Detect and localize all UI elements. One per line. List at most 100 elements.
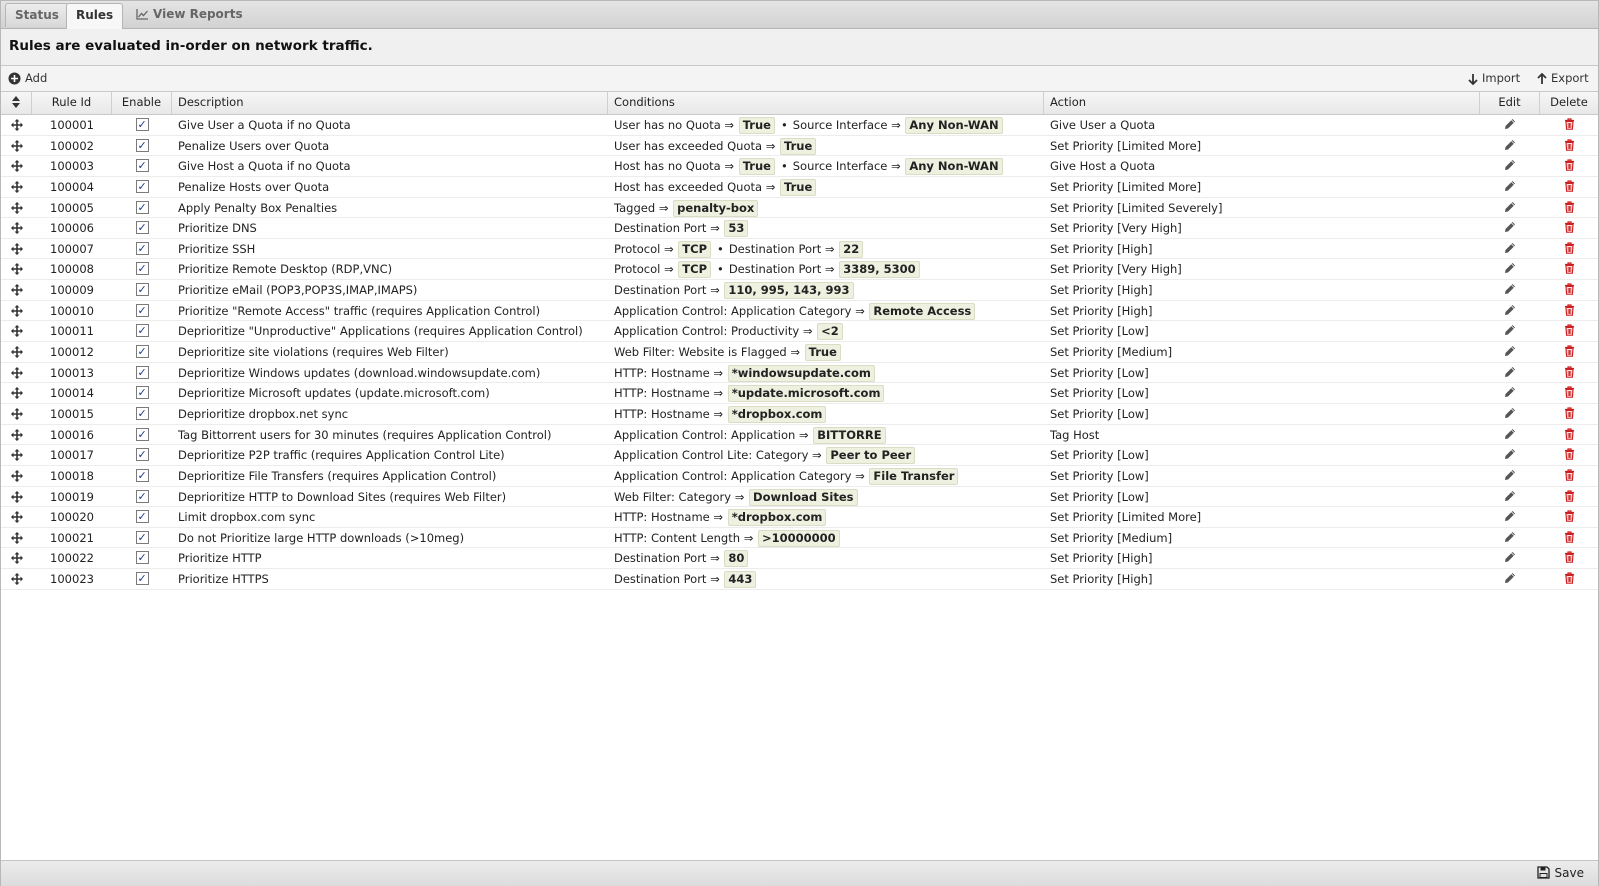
edit-button[interactable]	[1480, 445, 1540, 465]
drag-handle[interactable]	[1, 342, 32, 362]
delete-button[interactable]	[1540, 239, 1598, 259]
add-button[interactable]: Add	[8, 70, 47, 86]
delete-button[interactable]	[1540, 507, 1598, 527]
edit-button[interactable]	[1480, 507, 1540, 527]
delete-button[interactable]	[1540, 321, 1598, 341]
edit-button[interactable]	[1480, 383, 1540, 403]
column-header-description[interactable]: Description	[172, 92, 608, 114]
delete-button[interactable]	[1540, 218, 1598, 238]
enable-checkbox[interactable]	[135, 301, 149, 321]
edit-button[interactable]	[1480, 301, 1540, 321]
edit-button[interactable]	[1480, 177, 1540, 197]
delete-button[interactable]	[1540, 569, 1598, 589]
edit-button[interactable]	[1480, 342, 1540, 362]
delete-button[interactable]	[1540, 136, 1598, 156]
enable-checkbox[interactable]	[135, 156, 149, 176]
edit-button[interactable]	[1480, 404, 1540, 424]
enable-checkbox[interactable]	[135, 115, 149, 135]
enable-checkbox[interactable]	[135, 507, 149, 527]
drag-handle[interactable]	[1, 528, 32, 548]
delete-button[interactable]	[1540, 280, 1598, 300]
enable-checkbox[interactable]	[135, 177, 149, 197]
edit-button[interactable]	[1480, 115, 1540, 135]
edit-button[interactable]	[1480, 466, 1540, 486]
edit-button[interactable]	[1480, 198, 1540, 218]
edit-button[interactable]	[1480, 528, 1540, 548]
delete-button[interactable]	[1540, 528, 1598, 548]
edit-button[interactable]	[1480, 321, 1540, 341]
edit-button[interactable]	[1480, 218, 1540, 238]
enable-checkbox[interactable]	[135, 342, 149, 362]
enable-checkbox[interactable]	[135, 487, 149, 507]
delete-button[interactable]	[1540, 198, 1598, 218]
delete-button[interactable]	[1540, 383, 1598, 403]
delete-button[interactable]	[1540, 404, 1598, 424]
drag-handle[interactable]	[1, 425, 32, 445]
enable-checkbox[interactable]	[135, 198, 149, 218]
enable-checkbox[interactable]	[135, 445, 149, 465]
enable-checkbox[interactable]	[135, 425, 149, 445]
drag-handle[interactable]	[1, 177, 32, 197]
delete-button[interactable]	[1540, 445, 1598, 465]
drag-handle[interactable]	[1, 445, 32, 465]
drag-handle[interactable]	[1, 239, 32, 259]
enable-checkbox[interactable]	[135, 280, 149, 300]
drag-handle[interactable]	[1, 363, 32, 383]
delete-button[interactable]	[1540, 259, 1598, 279]
drag-handle[interactable]	[1, 156, 32, 176]
edit-button[interactable]	[1480, 363, 1540, 383]
delete-button[interactable]	[1540, 115, 1598, 135]
delete-button[interactable]	[1540, 156, 1598, 176]
delete-button[interactable]	[1540, 548, 1598, 568]
edit-button[interactable]	[1480, 280, 1540, 300]
delete-button[interactable]	[1540, 342, 1598, 362]
enable-checkbox[interactable]	[135, 569, 149, 589]
enable-checkbox[interactable]	[135, 548, 149, 568]
enable-checkbox[interactable]	[135, 259, 149, 279]
drag-handle[interactable]	[1, 301, 32, 321]
delete-button[interactable]	[1540, 487, 1598, 507]
edit-button[interactable]	[1480, 136, 1540, 156]
drag-handle[interactable]	[1, 487, 32, 507]
drag-handle[interactable]	[1, 383, 32, 403]
edit-button[interactable]	[1480, 569, 1540, 589]
drag-handle[interactable]	[1, 136, 32, 156]
tab-view-reports[interactable]: View Reports	[127, 3, 252, 27]
enable-checkbox[interactable]	[135, 239, 149, 259]
drag-handle[interactable]	[1, 259, 32, 279]
import-button[interactable]: Import	[1468, 70, 1520, 86]
delete-button[interactable]	[1540, 177, 1598, 197]
drag-handle[interactable]	[1, 198, 32, 218]
export-button[interactable]: Export	[1537, 70, 1589, 86]
edit-button[interactable]	[1480, 259, 1540, 279]
drag-handle[interactable]	[1, 280, 32, 300]
drag-handle[interactable]	[1, 404, 32, 424]
edit-button[interactable]	[1480, 425, 1540, 445]
drag-handle[interactable]	[1, 507, 32, 527]
enable-checkbox[interactable]	[135, 218, 149, 238]
enable-checkbox[interactable]	[135, 528, 149, 548]
edit-button[interactable]	[1480, 548, 1540, 568]
column-header-rule-id[interactable]: Rule Id	[32, 92, 112, 114]
column-header-enable[interactable]: Enable	[112, 92, 172, 114]
delete-button[interactable]	[1540, 425, 1598, 445]
drag-handle[interactable]	[1, 115, 32, 135]
drag-handle[interactable]	[1, 466, 32, 486]
edit-button[interactable]	[1480, 487, 1540, 507]
enable-checkbox[interactable]	[135, 383, 149, 403]
delete-button[interactable]	[1540, 466, 1598, 486]
drag-handle[interactable]	[1, 321, 32, 341]
delete-button[interactable]	[1540, 363, 1598, 383]
enable-checkbox[interactable]	[135, 136, 149, 156]
tab-rules[interactable]: Rules	[66, 3, 124, 29]
save-button[interactable]: Save	[1536, 866, 1584, 880]
tab-status[interactable]: Status	[5, 3, 69, 27]
enable-checkbox[interactable]	[135, 363, 149, 383]
edit-button[interactable]	[1480, 156, 1540, 176]
column-header-action[interactable]: Action	[1044, 92, 1480, 114]
sort-handle-header[interactable]	[1, 92, 32, 114]
enable-checkbox[interactable]	[135, 404, 149, 424]
column-header-conditions[interactable]: Conditions	[608, 92, 1044, 114]
enable-checkbox[interactable]	[135, 466, 149, 486]
drag-handle[interactable]	[1, 548, 32, 568]
